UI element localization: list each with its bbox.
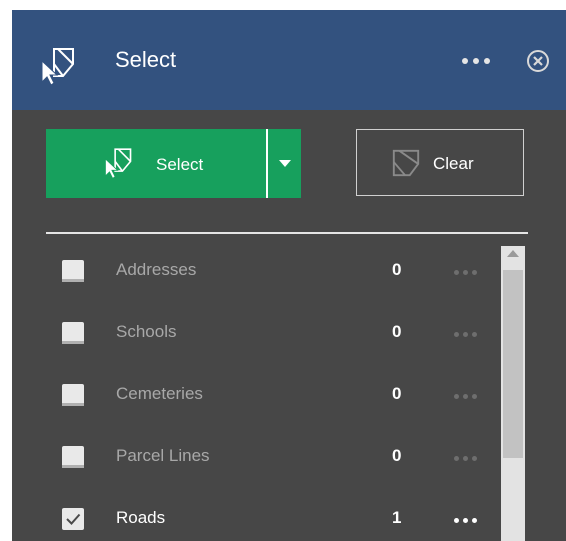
- layer-row-parcel-lines[interactable]: Parcel Lines 0: [46, 422, 494, 484]
- caret-down-icon: [279, 160, 291, 167]
- layer-label: Parcel Lines: [116, 446, 210, 465]
- widget-title: Select: [115, 47, 177, 72]
- list-scrollbar[interactable]: [501, 246, 525, 541]
- clear-button[interactable]: Clear: [356, 129, 524, 196]
- layer-label: Cemeteries: [116, 384, 203, 403]
- ellipsis-icon[interactable]: [454, 518, 477, 523]
- select-cursor-icon: [105, 148, 132, 179]
- list-divider: [46, 232, 528, 234]
- ellipsis-icon[interactable]: [462, 58, 492, 66]
- checkmark-icon: [66, 513, 81, 525]
- layer-label: Schools: [116, 322, 177, 341]
- layer-checkbox[interactable]: [62, 446, 84, 468]
- ellipsis-icon[interactable]: [454, 394, 477, 399]
- layer-count: 0: [392, 260, 402, 279]
- select-widget-panel: Select Select Clear Addresses 0 Schools …: [12, 10, 566, 541]
- layer-count: 0: [392, 446, 402, 465]
- select-cursor-icon: [41, 48, 74, 86]
- layer-label: Addresses: [116, 260, 197, 279]
- clear-button-label: Clear: [433, 154, 474, 173]
- select-mode-dropdown[interactable]: [268, 129, 301, 198]
- widget-header: Select: [12, 10, 566, 110]
- layer-label: Roads: [116, 508, 166, 527]
- layer-count: 1: [392, 508, 402, 527]
- close-icon: [533, 56, 543, 66]
- layer-checkbox[interactable]: [62, 508, 84, 530]
- layer-count: 0: [392, 384, 402, 403]
- layer-row-cemeteries[interactable]: Cemeteries 0: [46, 360, 494, 422]
- ellipsis-icon[interactable]: [454, 332, 477, 337]
- scroll-up-arrow-icon[interactable]: [507, 250, 519, 257]
- ellipsis-icon[interactable]: [454, 270, 477, 275]
- layer-row-roads[interactable]: Roads 1: [46, 484, 494, 541]
- layer-row-schools[interactable]: Schools 0: [46, 298, 494, 360]
- select-button[interactable]: Select: [46, 129, 267, 198]
- select-button-label: Select: [156, 155, 204, 174]
- clear-selection-icon: [392, 149, 420, 177]
- layer-checkbox[interactable]: [62, 260, 84, 282]
- ellipsis-icon[interactable]: [454, 456, 477, 461]
- layer-count: 0: [392, 322, 402, 341]
- scrollbar-thumb[interactable]: [503, 270, 523, 458]
- layer-row-addresses[interactable]: Addresses 0: [46, 236, 494, 298]
- layer-checkbox[interactable]: [62, 384, 84, 406]
- close-button[interactable]: [527, 50, 549, 72]
- layer-checkbox[interactable]: [62, 322, 84, 344]
